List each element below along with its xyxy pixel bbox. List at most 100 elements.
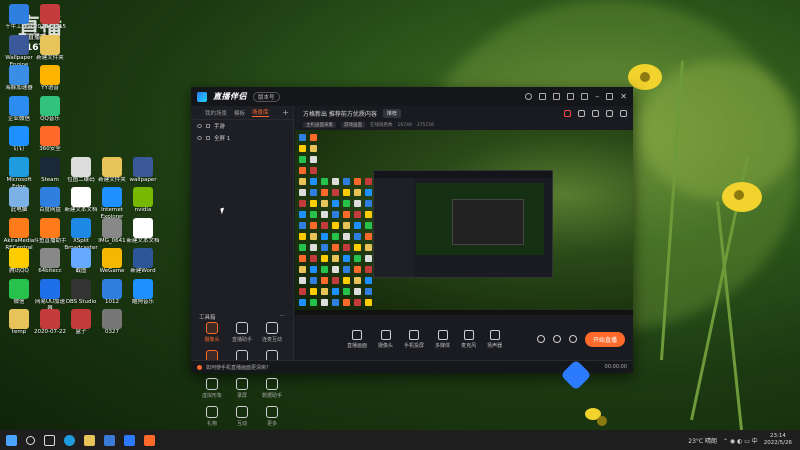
source-button[interactable]: 麦克风	[461, 329, 476, 349]
toolbox-item[interactable]: 虚拟形象	[197, 378, 227, 399]
scene-item[interactable]: 全屏 1	[191, 132, 293, 144]
camera-toggle-icon[interactable]	[536, 335, 545, 343]
menu-icon[interactable]	[581, 93, 589, 100]
desktop-icon[interactable]: 0327	[95, 309, 129, 343]
desktop-icon[interactable]: 钉钉	[2, 126, 36, 160]
explorer-taskbar-icon[interactable]	[84, 434, 95, 446]
toolbox-item[interactable]: 数据助手	[257, 378, 287, 399]
scene-item[interactable]: 手游	[191, 120, 293, 132]
desktop-icon[interactable]: Internet Explorer	[95, 187, 129, 221]
streaming-app-taskbar-icon[interactable]	[144, 434, 155, 446]
desktop-icon[interactable]: nvidia	[126, 187, 160, 221]
desktop-icon[interactable]: IMG_0641	[95, 217, 129, 252]
settings-gear-icon[interactable]	[568, 335, 577, 343]
layout-icon[interactable]	[592, 109, 599, 117]
desktop-icon[interactable]: XSplit Broadcaster	[64, 217, 98, 252]
lock-icon[interactable]	[206, 136, 210, 140]
desktop-icon[interactable]: 新建文件夹	[33, 34, 67, 69]
search-icon[interactable]	[26, 435, 35, 445]
add-scene-button[interactable]: +	[282, 108, 289, 117]
desktop-icon[interactable]: 酷狗音乐	[126, 278, 160, 313]
browser-taskbar-icon[interactable]	[124, 434, 135, 446]
source-button[interactable]: 手机投屏	[404, 329, 424, 349]
visibility-icon[interactable]	[197, 124, 202, 128]
desktop-icon[interactable]: 新建文本文档	[64, 187, 98, 221]
scene-tab[interactable]: 模板	[234, 109, 245, 117]
toolbox-item[interactable]: 礼物	[197, 406, 227, 427]
desktop-icon[interactable]: 新建Word	[126, 248, 160, 282]
desktop-icon[interactable]: 2020-06-15	[33, 4, 67, 38]
source-button[interactable]: 摄像头	[378, 329, 393, 349]
avatar-icon[interactable]	[525, 93, 533, 100]
desktop-icon[interactable]: Microsoft Edge	[2, 156, 36, 191]
desktop-icon[interactable]: 百度网盘	[33, 187, 67, 221]
source-button[interactable]: 扬声器	[487, 329, 502, 349]
desktop-icon[interactable]: OBS Studio	[64, 278, 98, 313]
live-title[interactable]: 方格新出 推荐前方优质内容	[303, 109, 377, 118]
recommend-button[interactable]: 推荐	[382, 108, 401, 118]
scene-tab[interactable]: 场景库	[252, 108, 269, 117]
category-chip[interactable]: 游戏画面	[341, 122, 365, 128]
tray-icons[interactable]: ⌃ ◉ ◐ ▭ 中	[723, 436, 758, 445]
edge-taskbar-icon[interactable]	[64, 434, 75, 446]
go-live-button[interactable]: 开始直播	[584, 331, 625, 347]
desktop-icon[interactable]: WeGame	[95, 248, 129, 282]
desktop-icon[interactable]: temp	[2, 309, 36, 343]
lock-icon[interactable]	[206, 124, 210, 128]
desktop-icon[interactable]: Steam	[33, 156, 67, 191]
clock[interactable]: 23:14 2022/5/26	[764, 433, 792, 447]
settings-icon[interactable]	[567, 93, 575, 100]
desktop-icon[interactable]: 新建文件夹	[95, 156, 129, 191]
start-icon[interactable]	[6, 434, 17, 446]
toolbox-item[interactable]: 摄像头	[197, 322, 227, 343]
category-chip[interactable]: 主机画面采集	[303, 122, 336, 128]
desktop-icon[interactable]: 新建文本文档	[126, 217, 160, 252]
desktop-icon[interactable]: Wallpaper Engine	[2, 34, 36, 69]
desktop-icon[interactable]: 海豚加速器	[2, 65, 36, 99]
desktop-icon[interactable]: AkiraMedia RECentral	[2, 217, 36, 252]
toolbox-item[interactable]: 互动	[227, 406, 257, 427]
desktop-icon[interactable]: 位图二维码	[64, 156, 98, 191]
skin-icon[interactable]	[539, 93, 547, 100]
desktop-icon[interactable]: 2020-07-22	[33, 309, 67, 343]
desktop-icon[interactable]: YY语音	[33, 65, 67, 99]
toolbox-item[interactable]: 更多	[257, 406, 287, 427]
preview-toggle-icon[interactable]	[552, 335, 561, 343]
desktop-icon[interactable]: 腾讯QQ	[2, 248, 36, 282]
task-view-icon[interactable]	[44, 434, 55, 446]
desktop-icon[interactable]: 截图	[64, 248, 98, 282]
toolbox-item[interactable]: 录屏	[227, 378, 257, 399]
store-taskbar-icon[interactable]	[104, 434, 115, 446]
maximize-icon[interactable]	[606, 93, 614, 100]
desktop-icon[interactable]: 360安全	[33, 126, 67, 160]
record-icon[interactable]	[564, 109, 571, 117]
visibility-icon[interactable]	[197, 136, 202, 140]
desktop-icon[interactable]: 1012	[95, 278, 129, 313]
message-icon[interactable]	[553, 93, 561, 100]
source-button[interactable]: 直播画面	[347, 329, 367, 349]
desktop-icon[interactable]: 此电脑	[2, 187, 36, 221]
desktop-icon[interactable]: 64bitecc	[33, 248, 67, 282]
toolbox-item[interactable]: 直播助手	[227, 322, 257, 343]
mic-icon[interactable]	[606, 109, 613, 117]
desktop-icon[interactable]: 网易UU加速器	[33, 278, 67, 313]
minimize-icon[interactable]: –	[595, 92, 599, 101]
source-button[interactable]: 多媒体	[435, 329, 450, 349]
version-badge[interactable]: 版本号	[253, 91, 280, 102]
scene-tab[interactable]: 我的场景	[205, 109, 227, 117]
close-icon[interactable]: ✕	[620, 92, 627, 101]
stream-preview[interactable]	[295, 130, 633, 315]
desktop-icon[interactable]: 斗鱼直播助手	[33, 217, 67, 252]
desktop-icon[interactable]: 企业微信	[2, 95, 36, 130]
status-tip[interactable]: 如何使手机直播画面更清晰？	[206, 364, 271, 371]
lock-icon[interactable]	[578, 109, 585, 117]
toolbox-item[interactable]: 连麦互动	[257, 322, 287, 343]
desktop-icon[interactable]: 微信	[2, 278, 36, 313]
desktop-icon[interactable]: 盒子	[64, 309, 98, 343]
desktop-icon[interactable]: 千牛工作台	[2, 4, 36, 38]
share-icon[interactable]	[620, 109, 627, 117]
weather-text[interactable]: 23°C 晴朗	[688, 436, 717, 445]
toolbox-more-icon[interactable]: ⋯	[280, 313, 286, 321]
desktop-icon[interactable]: wallpaper	[126, 156, 160, 191]
desktop-icon[interactable]: QQ音乐	[33, 95, 67, 130]
